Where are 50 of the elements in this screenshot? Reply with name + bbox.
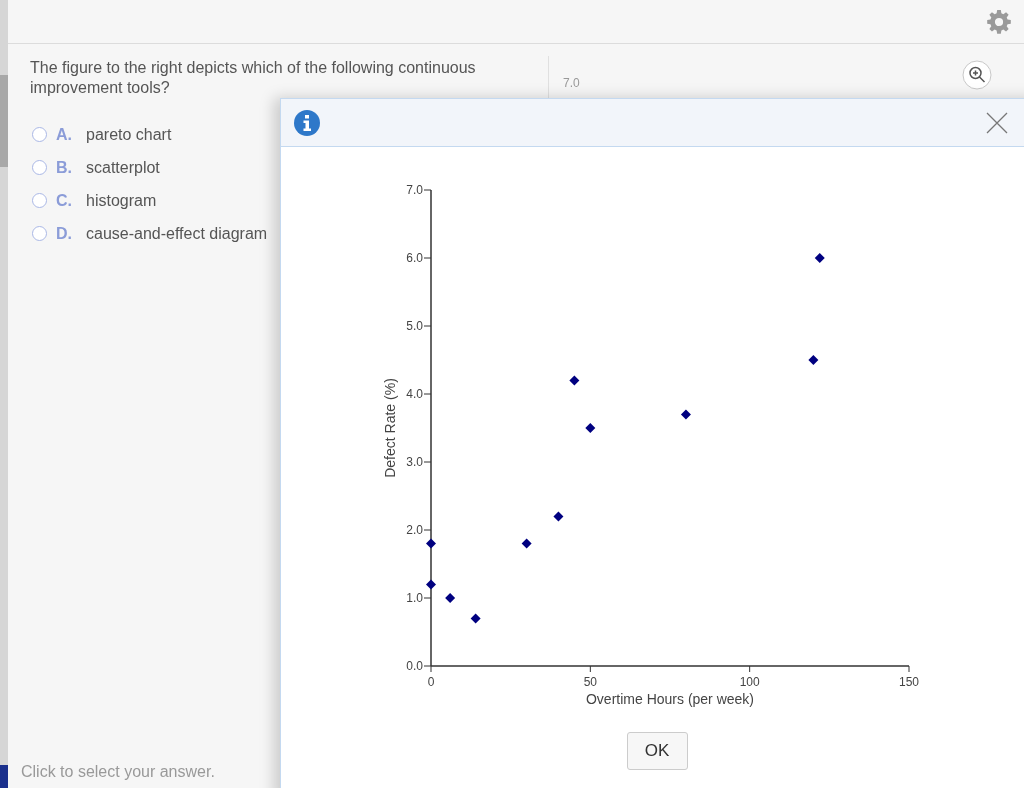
data-point xyxy=(426,579,436,590)
data-point xyxy=(553,511,564,522)
axis-tick-label: 0 xyxy=(427,675,435,689)
option-label: pareto chart xyxy=(86,125,172,144)
scrollbar-thumb[interactable] xyxy=(0,75,8,167)
data-point xyxy=(470,613,481,624)
answer-option[interactable]: B. scatterplot xyxy=(32,151,160,184)
data-point xyxy=(569,375,580,386)
option-letter: A. xyxy=(56,125,73,144)
radio-button[interactable] xyxy=(32,160,47,175)
axis-tick-label: 2.0 xyxy=(406,523,423,537)
answer-option[interactable]: C. histogram xyxy=(32,184,157,217)
data-point xyxy=(814,253,825,263)
data-point xyxy=(585,423,596,433)
data-point xyxy=(808,355,819,365)
option-label: scatterplot xyxy=(86,158,160,177)
option-label: cause-and-effect diagram xyxy=(86,224,268,243)
option-label: histogram xyxy=(86,191,157,210)
option-letter: B. xyxy=(56,158,73,177)
answer-option[interactable]: D. cause-and-effect diagram xyxy=(32,217,268,250)
info-icon xyxy=(294,109,320,136)
axis-tick-label: 50 xyxy=(583,675,597,689)
option-letter: D. xyxy=(56,224,73,243)
instruction-text: Click to select your answer. xyxy=(21,763,216,781)
axis-tick-label: 100 xyxy=(739,675,760,689)
question-text: The figure to the right depicts which of the following continuous improvement tools? xyxy=(30,58,477,98)
axis-tick-label: 5.0 xyxy=(406,319,423,333)
data-point xyxy=(521,538,532,549)
data-point xyxy=(680,409,691,420)
answer-option[interactable]: A. pareto chart xyxy=(32,118,172,151)
data-point xyxy=(445,593,456,603)
settings-icon[interactable] xyxy=(986,8,1012,35)
close-icon[interactable] xyxy=(986,111,1008,134)
data-point xyxy=(426,538,436,549)
axis-tick-label: 150 xyxy=(899,675,919,689)
axis-tick-label: 1.0 xyxy=(406,591,423,605)
axis-tick-label: 7.0 xyxy=(563,76,580,90)
zoom-in-icon[interactable] xyxy=(962,60,992,90)
option-letter: C. xyxy=(56,191,73,210)
axis-title: Defect Rate (%) xyxy=(382,378,398,478)
axis-tick-label: 4.0 xyxy=(406,387,423,401)
radio-button[interactable] xyxy=(32,226,47,241)
ok-button[interactable]: OK xyxy=(626,732,688,770)
axis-tick-label: 3.0 xyxy=(406,455,423,469)
axis-title: Overtime Hours (per week) xyxy=(586,691,754,707)
radio-button[interactable] xyxy=(32,127,47,142)
axis-tick-label: 0.0 xyxy=(406,659,423,673)
radio-button[interactable] xyxy=(32,193,47,208)
axis-tick-label: 7.0 xyxy=(406,183,423,197)
axis-tick-label: 6.0 xyxy=(406,251,423,265)
